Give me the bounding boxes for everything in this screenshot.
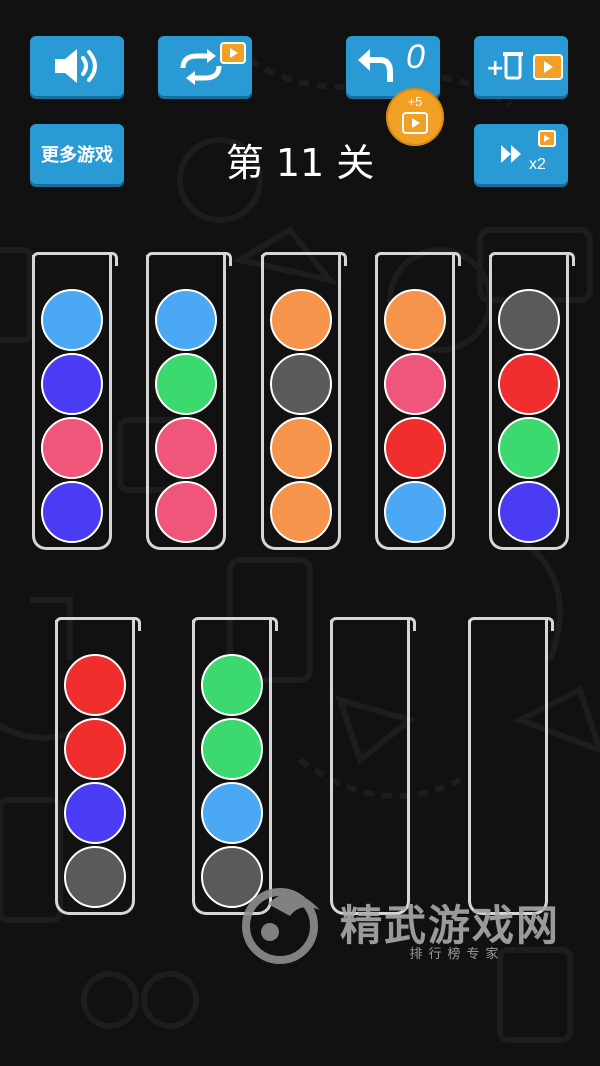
ball-blue [41, 481, 103, 543]
tube[interactable] [489, 252, 575, 550]
add-tube-icon: + [486, 52, 563, 81]
ball-orange [384, 289, 446, 351]
ball-green [201, 718, 263, 780]
tube-lip [468, 617, 554, 631]
tube-lip [375, 252, 461, 266]
video-ad-icon [402, 112, 428, 134]
add-tube-button[interactable]: + [474, 36, 568, 96]
undo-button[interactable] [346, 36, 440, 96]
fast-forward-icon [501, 130, 556, 163]
video-ad-icon [220, 42, 246, 64]
ball-light-blue [155, 289, 217, 351]
watermark-subtitle: 排行榜专家 [409, 947, 505, 962]
ball-pink [155, 417, 217, 479]
ball-orange [270, 417, 332, 479]
ball-green [201, 654, 263, 716]
svg-text:+: + [486, 56, 504, 81]
ball-orange [270, 289, 332, 351]
tube[interactable] [55, 617, 141, 915]
watermark-logo-icon [242, 888, 320, 964]
tube[interactable] [330, 617, 416, 915]
undo-icon [358, 49, 393, 82]
tube-lip [192, 617, 278, 631]
ball-pink [384, 353, 446, 415]
tube-lip [146, 252, 232, 266]
undo-count: 0 [406, 38, 425, 76]
tube[interactable] [146, 252, 232, 550]
ball-red [64, 654, 126, 716]
tube[interactable] [468, 617, 554, 915]
ball-gray [270, 353, 332, 415]
skip-multiplier: x2 [529, 156, 546, 173]
tube[interactable] [261, 252, 347, 550]
ball-pink [155, 481, 217, 543]
ball-light-blue [384, 481, 446, 543]
watermark: 精武游戏网 排行榜专家 [232, 880, 592, 970]
undo-bonus-text: +5 [407, 94, 423, 109]
restart-button[interactable] [158, 36, 252, 96]
sound-button[interactable] [30, 36, 124, 96]
more-games-button[interactable]: 更多游戏 [30, 124, 124, 184]
level-title: 第 11 关 [225, 141, 375, 185]
ball-pink [41, 417, 103, 479]
ball-gray [64, 846, 126, 908]
tube[interactable] [32, 252, 118, 550]
skip-level-button[interactable]: x2 [474, 124, 568, 184]
ball-light-blue [41, 289, 103, 351]
tube-lip [261, 252, 347, 266]
ball-orange [270, 481, 332, 543]
tube[interactable] [375, 252, 461, 550]
tube-lip [489, 252, 575, 266]
tube-lip [55, 617, 141, 631]
ball-red [498, 353, 560, 415]
ball-blue [498, 481, 560, 543]
ball-red [384, 417, 446, 479]
ball-green [155, 353, 217, 415]
speaker-icon [55, 49, 97, 83]
ball-gray [498, 289, 560, 351]
ball-light-blue [201, 782, 263, 844]
ball-blue [41, 353, 103, 415]
ball-red [64, 718, 126, 780]
ball-blue [64, 782, 126, 844]
tube-lip [330, 617, 416, 631]
tube-lip [32, 252, 118, 266]
ball-green [498, 417, 560, 479]
tube[interactable] [192, 617, 278, 915]
